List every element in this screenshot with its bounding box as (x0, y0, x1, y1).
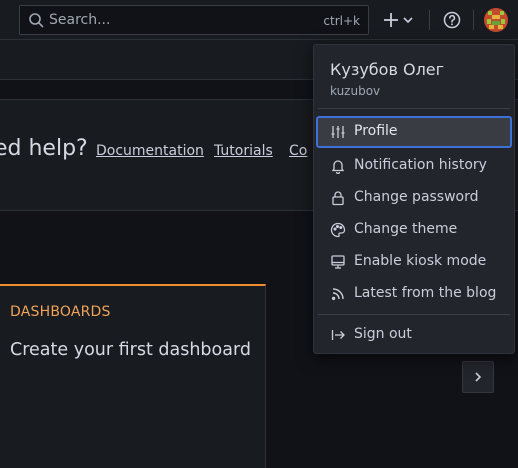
dashboards-card[interactable]: DASHBOARDS Create your first dashboard (0, 284, 266, 468)
user-name: Кузубов Олег (330, 60, 445, 79)
menu-item-change-theme[interactable]: Change theme (316, 214, 512, 246)
plus-icon (384, 13, 398, 27)
community-link[interactable]: Co (289, 143, 307, 159)
menu-item-sign-out[interactable]: Sign out (316, 319, 512, 351)
menu-item-label: Change password (354, 189, 479, 205)
search-shortcut: ctrl+k (323, 14, 360, 28)
divider (429, 10, 430, 30)
top-navbar: Search... ctrl+k (0, 0, 518, 40)
card-title: Create your first dashboard (10, 340, 251, 360)
menu-item-label: Enable kiosk mode (354, 253, 487, 269)
menu-divider (318, 108, 510, 109)
documentation-link[interactable]: Documentation (96, 143, 204, 159)
next-button[interactable] (462, 361, 494, 393)
user-avatar[interactable] (484, 8, 508, 32)
menu-item-label: Latest from the blog (354, 285, 497, 301)
lock-icon (330, 190, 346, 206)
menu-item-label: Notification history (354, 157, 487, 173)
user-menu: Кузубов Олег kuzubov Profile Notificatio… (313, 44, 515, 354)
menu-item-enable-kiosk-mode[interactable]: Enable kiosk mode (316, 246, 512, 278)
help-heading: ed help? (0, 136, 88, 161)
menu-item-label: Profile (354, 123, 398, 139)
search-placeholder: Search... (49, 12, 111, 28)
menu-item-profile[interactable]: Profile (316, 116, 512, 148)
tutorials-link[interactable]: Tutorials (214, 143, 273, 159)
menu-item-label: Sign out (354, 326, 412, 342)
menu-item-latest-blog[interactable]: Latest from the blog (316, 278, 512, 310)
menu-item-notification-history[interactable]: Notification history (316, 150, 512, 182)
new-menu-button[interactable] (380, 9, 416, 31)
card-category: DASHBOARDS (10, 304, 111, 320)
rss-icon (330, 286, 346, 302)
chevron-right-icon (475, 372, 482, 382)
sliders-icon (330, 124, 346, 140)
palette-icon (330, 222, 346, 238)
bell-icon (330, 158, 346, 174)
menu-item-change-password[interactable]: Change password (316, 182, 512, 214)
chevron-down-icon (403, 17, 413, 24)
search-icon (28, 12, 44, 28)
help-icon[interactable] (443, 11, 461, 29)
menu-item-label: Change theme (354, 221, 458, 237)
monitor-icon (330, 254, 346, 270)
sign-out-icon (330, 327, 346, 343)
user-login: kuzubov (330, 84, 381, 98)
search-box[interactable]: Search... ctrl+k (19, 5, 369, 35)
menu-divider (318, 314, 510, 315)
divider (473, 10, 474, 30)
